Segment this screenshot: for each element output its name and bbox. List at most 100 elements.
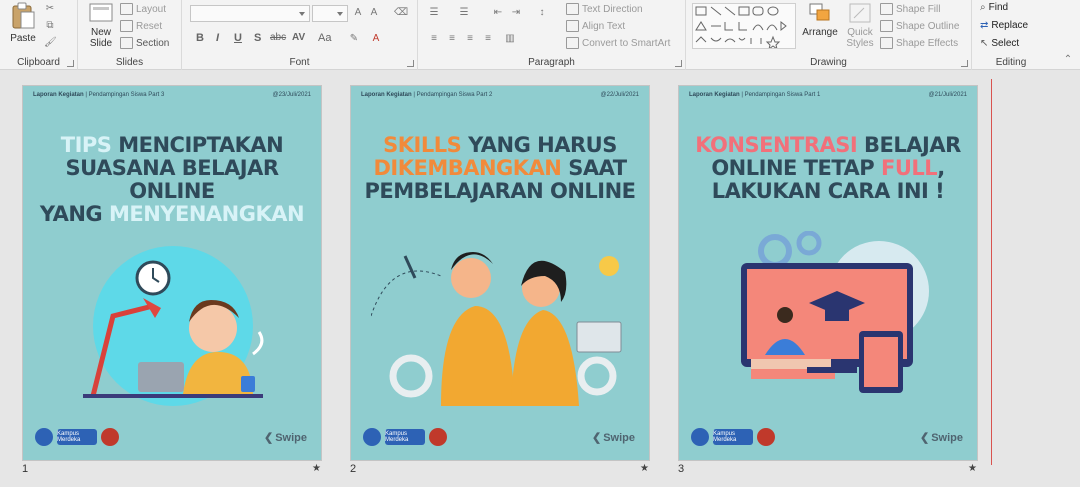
find-label: Find <box>988 2 1009 13</box>
paste-button[interactable]: Paste <box>8 2 38 50</box>
align-left-icon[interactable]: ≡ <box>428 33 440 45</box>
new-slide-icon <box>89 3 113 22</box>
section-button[interactable]: Section <box>120 37 169 49</box>
quick-styles-icon <box>849 3 871 23</box>
layout-button[interactable]: Layout <box>120 3 166 15</box>
change-case-button[interactable]: Aa <box>318 32 331 44</box>
university-logo <box>101 428 119 446</box>
font-size-combo[interactable] <box>312 5 348 22</box>
kampus-merdeka-logo: Kampus Merdeka <box>57 429 97 445</box>
slide-thumbnail-3[interactable]: Laporan Kegiatan | Pendampingan Siswa Pa… <box>678 85 978 461</box>
align-center-icon[interactable]: ≡ <box>446 33 458 45</box>
clipboard-launcher-icon[interactable] <box>67 60 74 67</box>
shape-effects-label: Shape Effects <box>896 37 959 49</box>
select-button[interactable]: ↖ Select <box>980 38 1019 49</box>
slide-date: @22/Juli/2021 <box>600 92 639 98</box>
shadow-button[interactable]: S <box>254 32 261 44</box>
swipe-label: ❮ Swipe <box>591 431 635 445</box>
clipboard-label: Clipboard <box>17 57 60 68</box>
paragraph-launcher-icon[interactable] <box>675 60 682 67</box>
student-studying-illustration <box>83 246 264 406</box>
slide-number-2: 2 <box>350 463 357 475</box>
transition-star-icon[interactable]: ★ <box>312 463 321 474</box>
highlight-icon[interactable]: ✎ <box>348 33 360 45</box>
decrease-font-icon[interactable]: A <box>368 7 380 19</box>
font-name-combo[interactable] <box>190 5 310 22</box>
drawing-launcher-icon[interactable] <box>961 60 968 67</box>
underline-button[interactable]: U <box>234 32 242 44</box>
tut-wuri-logo <box>35 428 53 446</box>
swipe-icon: ❮ <box>919 432 930 444</box>
align-text-button[interactable]: Align Text <box>566 20 625 32</box>
shape-effects-button[interactable]: Shape Effects <box>880 37 958 49</box>
shape-effects-icon <box>880 37 893 49</box>
slides-label: Slides <box>115 57 144 68</box>
university-logo <box>757 428 775 446</box>
increase-font-icon[interactable]: A <box>352 7 364 19</box>
italic-button[interactable]: I <box>216 32 219 44</box>
format-painter-icon[interactable]: 🖌 <box>44 37 57 49</box>
new-slide-label-2: Slide <box>89 38 113 49</box>
bold-button[interactable]: B <box>196 32 204 44</box>
slide-thumbnail-1[interactable]: Laporan Kegiatan | Pendampingan Siswa Pa… <box>22 85 322 461</box>
convert-smartart-button[interactable]: Convert to SmartArt <box>566 37 670 49</box>
cut-icon[interactable]: ✂ <box>44 3 56 15</box>
slide-thumbnail-2[interactable]: Laporan Kegiatan | Pendampingan Siswa Pa… <box>350 85 650 461</box>
swipe-icon: ❮ <box>591 432 602 444</box>
strikethrough-button[interactable]: abc <box>270 32 286 43</box>
quick-styles-label: Quick <box>847 27 873 38</box>
transition-star-icon[interactable]: ★ <box>968 463 977 474</box>
shape-fill-label: Shape Fill <box>896 3 941 15</box>
text-direction-button[interactable]: Text Direction <box>566 3 643 15</box>
clear-format-icon[interactable]: ⌫ <box>394 7 408 19</box>
find-button[interactable]: ⌕ Find <box>980 2 1008 13</box>
transition-star-icon[interactable]: ★ <box>640 463 649 474</box>
shapes-gallery[interactable] <box>692 3 796 51</box>
slide-header-left: Laporan Kegiatan | Pendampingan Siswa Pa… <box>33 92 165 98</box>
shape-outline-button[interactable]: Shape Outline <box>880 20 959 32</box>
partner-logos: Kampus Merdeka <box>35 428 119 446</box>
paste-icon <box>12 2 35 29</box>
columns-icon[interactable]: ▥ <box>504 33 516 45</box>
slide-title: KONSENTRASI BELAJAR ONLINE TETAP FULL, L… <box>695 133 961 203</box>
tut-wuri-logo <box>363 428 381 446</box>
shape-fill-icon <box>880 3 893 15</box>
section-label: Section <box>136 37 170 49</box>
reset-button[interactable]: Reset <box>120 20 162 32</box>
copy-icon[interactable]: ⧉ <box>44 20 56 32</box>
bullets-icon[interactable]: ☰ <box>428 7 440 19</box>
numbering-icon[interactable]: ☰ <box>458 7 470 19</box>
slide-header: Laporan Kegiatan | Pendampingan Siswa Pa… <box>361 92 639 98</box>
shape-fill-button[interactable]: Shape Fill <box>880 3 940 15</box>
shapes-gallery-icon <box>695 6 787 51</box>
decrease-indent-icon[interactable]: ⇤ <box>492 7 504 19</box>
increase-indent-icon[interactable]: ⇥ <box>510 7 522 19</box>
font-launcher-icon[interactable] <box>407 60 414 67</box>
swipe-label: ❮ Swipe <box>919 431 963 445</box>
quick-styles-label-2: Styles <box>846 38 874 49</box>
slide-number-3: 3 <box>678 463 685 475</box>
layout-label: Layout <box>136 3 167 15</box>
two-students-illustration <box>371 252 622 406</box>
slide-date: @23/Juli/2021 <box>272 92 311 98</box>
slide-header-left: Laporan Kegiatan | Pendampingan Siswa Pa… <box>689 92 821 98</box>
shape-outline-label: Shape Outline <box>896 20 960 32</box>
quick-styles-button[interactable]: Quick Styles <box>842 2 878 49</box>
slide-date: @21/Juli/2021 <box>928 92 967 98</box>
justify-icon[interactable]: ≡ <box>482 33 494 45</box>
line-spacing-icon[interactable]: ↕ <box>536 7 548 19</box>
font-group: A A ⌫ B I U S abc AV Aa ✎ A Font <box>182 0 418 70</box>
new-slide-button[interactable]: New Slide <box>84 2 118 49</box>
font-color-icon[interactable]: A <box>370 33 382 45</box>
align-text-icon <box>566 20 579 32</box>
arrange-button[interactable]: Arrange <box>800 2 840 38</box>
editing-label: Editing <box>995 57 1027 68</box>
char-spacing-button[interactable]: AV <box>292 32 305 43</box>
align-right-icon[interactable]: ≡ <box>464 33 476 45</box>
paragraph-group: ☰ ☰ ⇤ ⇥ ↕ Text Direction Align Text Conv… <box>418 0 686 70</box>
text-direction-icon <box>566 3 579 15</box>
collapse-ribbon-icon[interactable]: ⌃ <box>1062 54 1074 66</box>
replace-button[interactable]: ⇄ Replace <box>980 20 1028 31</box>
kampus-merdeka-logo: Kampus Merdeka <box>713 429 753 445</box>
kampus-merdeka-logo: Kampus Merdeka <box>385 429 425 445</box>
